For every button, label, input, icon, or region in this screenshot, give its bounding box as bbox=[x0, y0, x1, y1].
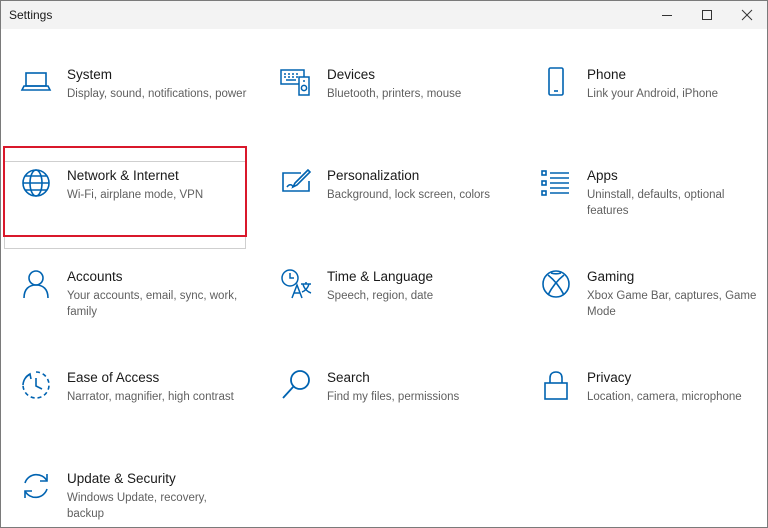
ease-of-access-icon bbox=[19, 368, 53, 402]
lock-icon bbox=[539, 368, 573, 402]
tile-name: Privacy bbox=[587, 370, 632, 385]
window-title: Settings bbox=[9, 8, 53, 22]
title-bar[interactable]: Settings bbox=[1, 1, 767, 29]
tile-description: Wi-Fi, airplane mode, VPN bbox=[67, 189, 204, 201]
settings-category-grid: System Display, sound, notifications, po… bbox=[1, 29, 767, 527]
tile-description: Narrator, magnifier, high contrast bbox=[67, 391, 234, 403]
tile-description: Location, camera, microphone bbox=[587, 391, 742, 403]
tile-description: Link your Android, iPhone bbox=[587, 88, 719, 100]
maximize-icon bbox=[702, 10, 712, 20]
tile-system[interactable]: System Display, sound, notifications, po… bbox=[5, 61, 247, 147]
tile-apps[interactable]: Apps Uninstall, defaults, optional featu… bbox=[525, 162, 765, 248]
tile-name: Accounts bbox=[67, 269, 123, 284]
apps-list-icon bbox=[539, 166, 573, 200]
paint-icon bbox=[279, 166, 313, 200]
tile-description: Background, lock screen, colors bbox=[327, 189, 490, 201]
tile-description: Display, sound, notifications, power bbox=[67, 88, 247, 100]
tile-description: Uninstall, defaults, optional features bbox=[587, 189, 725, 217]
minimize-button[interactable] bbox=[647, 1, 687, 29]
xbox-icon bbox=[539, 267, 573, 301]
tile-name: Personalization bbox=[327, 168, 420, 183]
time-language-icon bbox=[279, 267, 313, 301]
tile-description: Bluetooth, printers, mouse bbox=[327, 88, 462, 100]
laptop-icon bbox=[19, 65, 53, 99]
maximize-button[interactable] bbox=[687, 1, 727, 29]
tile-network-internet[interactable]: Network & Internet Wi-Fi, airplane mode,… bbox=[4, 161, 246, 249]
phone-icon bbox=[539, 65, 573, 99]
close-icon bbox=[741, 9, 753, 21]
tile-devices[interactable]: Devices Bluetooth, printers, mouse bbox=[265, 61, 505, 147]
tile-name: Search bbox=[327, 370, 370, 385]
globe-icon bbox=[19, 166, 53, 200]
tile-time-language[interactable]: Time & Language Speech, region, date bbox=[265, 263, 505, 349]
tile-name: Network & Internet bbox=[67, 168, 179, 183]
tile-name: Apps bbox=[587, 168, 618, 183]
tile-phone[interactable]: Phone Link your Android, iPhone bbox=[525, 61, 765, 147]
minimize-icon bbox=[662, 15, 672, 16]
tile-description: Your accounts, email, sync, work, family bbox=[67, 290, 238, 318]
tile-description: Xbox Game Bar, captures, Game Mode bbox=[587, 290, 757, 318]
tile-description: Find my files, permissions bbox=[327, 391, 460, 403]
tile-accounts[interactable]: Accounts Your accounts, email, sync, wor… bbox=[5, 263, 245, 349]
tile-name: Time & Language bbox=[327, 269, 434, 284]
tile-description: Windows Update, recovery, backup bbox=[67, 492, 207, 520]
tile-name: Ease of Access bbox=[67, 370, 160, 385]
person-icon bbox=[19, 267, 53, 301]
search-icon bbox=[279, 368, 313, 402]
tile-personalization[interactable]: Personalization Background, lock screen,… bbox=[265, 162, 505, 248]
tile-description: Speech, region, date bbox=[327, 290, 434, 302]
tile-name: Phone bbox=[587, 67, 627, 82]
tile-name: Devices bbox=[327, 67, 376, 82]
tile-name: Gaming bbox=[587, 269, 635, 284]
tile-search[interactable]: Search Find my files, permissions bbox=[265, 364, 505, 450]
settings-window: Settings System Display, sound, notifica… bbox=[0, 0, 768, 528]
tile-gaming[interactable]: Gaming Xbox Game Bar, captures, Game Mod… bbox=[525, 263, 765, 349]
tile-update-security[interactable]: Update & Security Windows Update, recove… bbox=[5, 465, 245, 527]
tile-privacy[interactable]: Privacy Location, camera, microphone bbox=[525, 364, 765, 450]
sync-icon bbox=[19, 469, 53, 503]
tile-ease-of-access[interactable]: Ease of Access Narrator, magnifier, high… bbox=[5, 364, 245, 450]
close-button[interactable] bbox=[727, 1, 767, 29]
tile-name: System bbox=[67, 67, 113, 82]
devices-icon bbox=[279, 65, 313, 99]
tile-name: Update & Security bbox=[67, 471, 176, 486]
